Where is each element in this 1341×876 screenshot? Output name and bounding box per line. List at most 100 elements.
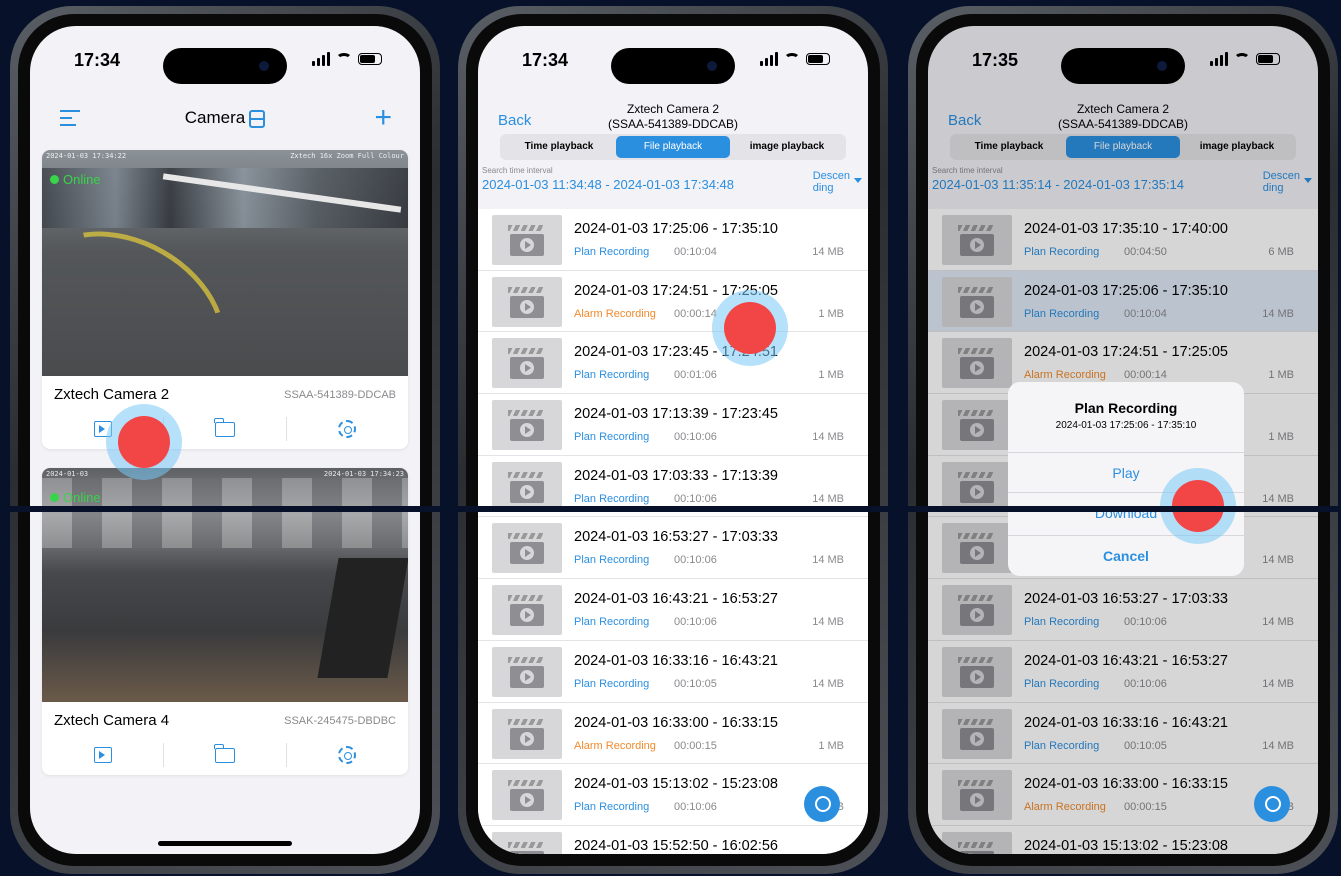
camera-card[interactable]: 2024-01-03 17:34:22 Zxtech 16x Zoom Full … (42, 150, 408, 449)
recording-duration: 00:10:06 (674, 616, 717, 629)
recording-row[interactable]: 2024-01-03 17:25:06 - 17:35:10 Plan Recor… (478, 209, 868, 271)
battery-icon (806, 53, 830, 65)
recording-row[interactable]: 2024-01-03 17:23:45 - 17:24:51Plan Recor… (478, 332, 868, 395)
status-time: 17:34 (74, 50, 121, 70)
recording-type: Alarm Recording (574, 307, 656, 320)
camera-live-preview[interactable]: 2024-01-03 17:34:22 Zxtech 16x Zoom Full … (42, 150, 408, 376)
video-thumbnail-icon (492, 461, 562, 512)
recording-duration: 00:01:06 (674, 369, 717, 382)
folder-icon (214, 743, 235, 763)
gear-icon (338, 746, 357, 764)
recording-duration: 00:10:06 (674, 554, 717, 567)
recording-time: 2024-01-03 15:13:02 - 15:23:08 (574, 776, 778, 793)
wifi-icon (1234, 53, 1250, 65)
osd-label: Zxtech 16x Zoom Full Colour (290, 152, 404, 160)
search-label: Search time interval (482, 166, 553, 175)
navigation-bar: Camera + (30, 100, 420, 140)
battery-icon (1256, 53, 1280, 65)
recording-row[interactable]: 2024-01-03 16:53:27 - 17:03:33 Plan Recor… (478, 517, 868, 580)
cellular-signal-icon (1210, 52, 1228, 66)
page-title: Camera (184, 108, 246, 127)
recording-type: Plan Recording (574, 369, 650, 382)
recording-size: 1 MB (818, 369, 844, 382)
recording-type: Plan Recording (574, 616, 650, 629)
osd-timestamp: 2024-01-03 17:34:22 (46, 152, 127, 160)
recording-row[interactable]: 2024-01-03 16:33:16 - 16:43:21 Plan Recor… (478, 640, 868, 703)
online-dot-icon (50, 493, 59, 502)
preview-scene (162, 173, 402, 213)
search-fab-button[interactable] (804, 786, 840, 822)
video-thumbnail-icon (492, 276, 562, 327)
playback-icon (93, 747, 112, 763)
navigation-bar: Back Zxtech Camera 2 (SSAA-541389-DDCAB) (478, 88, 868, 138)
recording-type: Plan Recording (574, 492, 650, 505)
search-fab-button[interactable] (1254, 786, 1290, 822)
recording-row[interactable]: 2024-01-03 17:24:51 - 17:25:05 Alarm Reco… (478, 270, 868, 333)
recording-duration: 00:10:06 (674, 801, 717, 814)
battery-icon (358, 53, 382, 65)
settings-button[interactable] (285, 743, 408, 767)
video-thumbnail-icon (492, 215, 562, 265)
recording-type: Plan Recording (574, 246, 650, 258)
recording-row[interactable]: 2024-01-03 16:33:00 - 16:33:15 Alarm Reco… (478, 702, 868, 765)
online-dot-icon (50, 175, 59, 184)
video-thumbnail-icon (492, 646, 562, 697)
cellular-signal-icon (312, 52, 330, 66)
camera-list-screen: 17:34 Camera + 2024-01-03 17:34:22 Zxtech… (30, 26, 420, 854)
recording-duration: 00:10:05 (674, 677, 717, 690)
add-camera-icon[interactable]: + (374, 100, 392, 136)
recording-size: 14 MB (812, 492, 844, 505)
playback-button[interactable] (42, 743, 163, 767)
status-time: 17:34 (522, 50, 569, 70)
recording-size: 14 MB (812, 616, 844, 629)
video-thumbnail-icon (492, 708, 562, 759)
recording-type: Plan Recording (574, 431, 650, 444)
home-indicator[interactable] (158, 841, 292, 846)
video-thumbnail-icon (492, 770, 562, 821)
recording-row[interactable]: 2024-01-03 15:52:50 - 16:02:56 (478, 825, 868, 854)
dialog-subtitle: 2024-01-03 17:25:06 - 17:35:10 (1055, 420, 1197, 431)
search-interval[interactable]: Search time interval 2024-01-03 11:34:48… (482, 166, 863, 206)
camera-live-preview[interactable]: 2024-01-03 2024-01-03 17:34:23 Online (42, 468, 408, 702)
camera-serial: SSAA-541389-DDCAB (284, 388, 396, 401)
recording-duration: 00:00:14 (674, 307, 717, 320)
video-thumbnail-icon (492, 523, 562, 574)
search-range[interactable]: 2024-01-03 11:34:48 - 2024-01-03 17:34:4… (482, 177, 858, 192)
recording-type: Plan Recording (574, 677, 650, 690)
folder-icon (214, 417, 235, 437)
recording-type: Alarm Recording (574, 739, 656, 752)
recording-duration: 00:10:06 (674, 492, 717, 505)
camera-serial: SSAK-245475-DBDBC (284, 714, 396, 727)
recording-time: 2024-01-03 16:33:16 - 16:43:21 (574, 652, 778, 669)
tab-time-playback[interactable]: Time playback (502, 136, 616, 158)
recording-time: 2024-01-03 16:33:00 - 16:33:15 (574, 714, 778, 731)
recording-time: 2024-01-03 17:03:33 - 17:13:39 (574, 467, 778, 484)
video-thumbnail-icon (492, 400, 562, 451)
settings-button[interactable] (285, 417, 408, 441)
recording-type: Plan Recording (574, 554, 650, 567)
recording-size: 14 MB (812, 554, 844, 567)
touch-indicator (106, 404, 182, 480)
recording-row[interactable]: 2024-01-03 16:43:21 - 16:53:27 Plan Recor… (478, 579, 868, 641)
tab-file-playback[interactable]: File playback (616, 136, 730, 158)
camera-serial: (SSAA-541389-DDCAB) (607, 117, 739, 131)
recording-row[interactable]: 2024-01-03 17:13:39 - 17:23:45 Plan Recor… (478, 394, 868, 456)
video-thumbnail-icon (492, 338, 562, 389)
tab-image-playback[interactable]: image playback (730, 136, 844, 158)
online-status: Online (50, 490, 101, 505)
recording-duration: 00:10:06 (674, 431, 717, 444)
camera-card[interactable]: 2024-01-03 2024-01-03 17:34:23 Online Zxt… (42, 468, 408, 775)
phone-download-dialog: 17:35 Back Zxtech Camera 2 (SSAA-541389-D… (908, 6, 1338, 874)
camera-name: Zxtech Camera 4 (54, 712, 170, 729)
layout-toggle-icon[interactable] (249, 109, 266, 128)
wifi-icon (784, 53, 800, 65)
video-thumbnail-icon (492, 585, 562, 636)
recording-time: 2024-01-03 15:52:50 - 16:02:56 (574, 837, 778, 854)
file-playback-screen: 17:34 Back Zxtech Camera 2 (SSAA-541389-D… (478, 26, 868, 854)
files-button[interactable] (163, 743, 285, 767)
osd-timestamp: 2024-01-03 (46, 470, 89, 478)
sort-order-dropdown[interactable]: Descen ding (813, 170, 863, 194)
recording-size: 14 MB (812, 677, 844, 690)
touch-indicator (712, 290, 788, 366)
recording-size: 1 MB (818, 307, 844, 320)
